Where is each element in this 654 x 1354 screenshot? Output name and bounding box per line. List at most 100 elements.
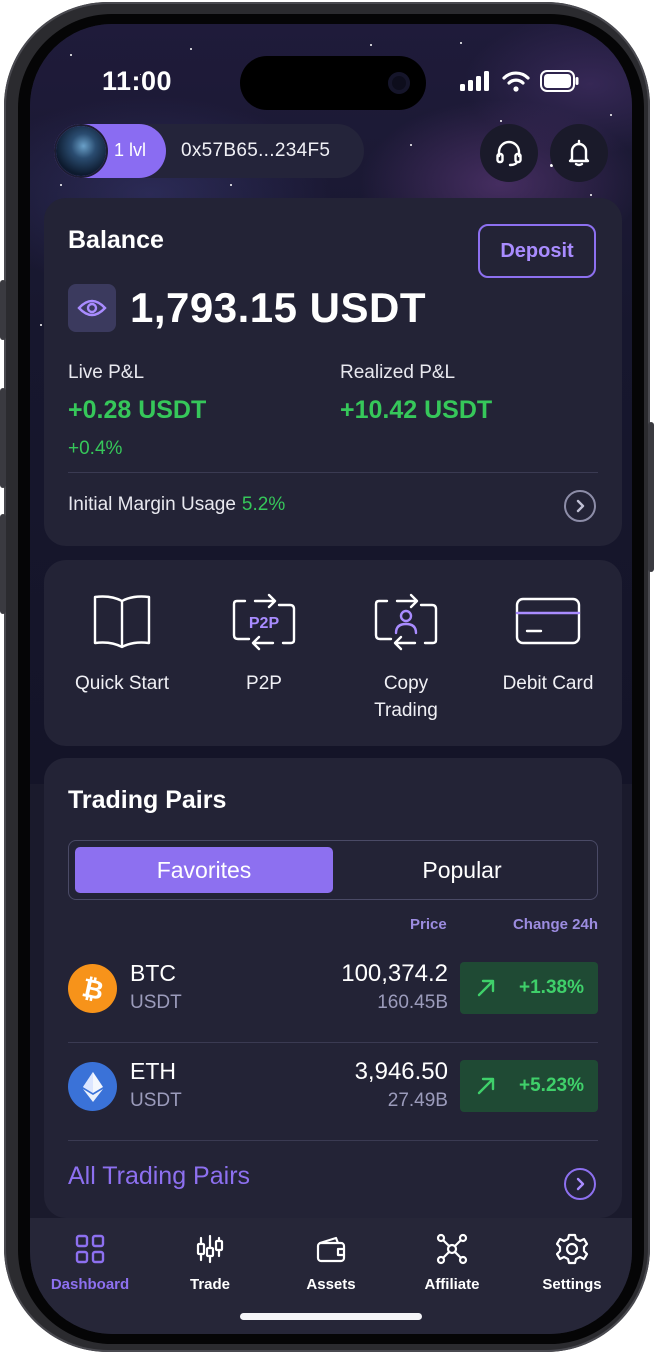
action-label: Copy Trading	[374, 673, 438, 721]
pair-volume: 160.45B	[377, 992, 448, 1013]
arrow-up-right-icon	[477, 979, 495, 997]
realized-pl-label: Realized P&L	[340, 362, 456, 383]
debit-card-action[interactable]: Debit Card	[478, 590, 618, 697]
card-icon	[515, 597, 581, 645]
wallet-icon	[316, 1236, 346, 1263]
bitcoin-icon: ₿	[68, 964, 117, 1013]
dynamic-island	[240, 56, 426, 110]
p2p-exchange-icon: P2P	[232, 593, 296, 651]
tab-favorites[interactable]: Favorites	[75, 847, 333, 893]
tab-dashboard[interactable]: Dashboard	[30, 1232, 150, 1293]
quick-start-action[interactable]: Quick Start	[52, 590, 192, 697]
tab-label: Settings	[542, 1276, 602, 1293]
pair-volume: 27.49B	[387, 1090, 448, 1111]
margin-usage-row[interactable]: Initial Margin Usage 5.2%	[68, 494, 285, 516]
tab-label: Dashboard	[50, 1276, 130, 1293]
wallet-address: 0x57B65...234F5	[181, 140, 331, 161]
all-trading-pairs-link[interactable]: All Trading Pairs	[68, 1162, 250, 1191]
level-label: 1 lvl	[114, 140, 147, 160]
change-badge: +5.23%	[460, 1060, 598, 1112]
divider	[68, 1140, 598, 1141]
live-pl-label: Live P&L	[68, 362, 145, 383]
eye-icon	[77, 299, 107, 317]
volume-down-button	[0, 514, 6, 614]
margin-usage-label: Initial Margin Usage	[68, 494, 236, 515]
action-label: Debit Card	[502, 673, 594, 694]
change-value: +1.38%	[519, 977, 584, 998]
all-trading-pairs-button[interactable]	[564, 1168, 596, 1200]
trading-pairs-card: Trading Pairs Favorites Popular Price Ch…	[44, 758, 622, 1218]
copy-trading-action[interactable]: Copy Trading	[336, 590, 476, 724]
divider	[68, 472, 598, 473]
tab-label: Trade	[189, 1276, 231, 1293]
pair-price: 3,946.50	[354, 1058, 448, 1085]
pair-base: ETH	[130, 1058, 176, 1084]
level-badge[interactable]: 1 lvl	[54, 124, 166, 178]
wifi-icon	[502, 71, 530, 92]
status-icons	[460, 70, 580, 92]
pair-row-btc[interactable]: ₿ BTC USDT 100,374.2 160.45B +1.38%	[68, 954, 598, 1024]
avatar	[56, 126, 106, 176]
gear-icon	[556, 1233, 588, 1265]
screen: 11:00 1 lvl 0x57B65...234F5 Balance Depo…	[30, 24, 632, 1334]
pair-quote: USDT	[130, 1090, 182, 1111]
pair-quote: USDT	[130, 992, 182, 1013]
pairs-segment-control: Favorites Popular	[68, 840, 598, 900]
headset-icon	[496, 140, 522, 167]
realized-pl-value: +10.42 USDT	[340, 396, 493, 424]
arrow-up-right-icon	[477, 1077, 495, 1095]
tab-popular[interactable]: Popular	[333, 847, 591, 893]
live-pl-value: +0.28 USDT	[68, 396, 207, 424]
pair-row-eth[interactable]: ETH USDT 3,946.50 27.49B +5.23%	[68, 1052, 598, 1122]
chevron-right-icon	[576, 1177, 585, 1191]
deposit-button[interactable]: Deposit	[478, 224, 596, 278]
bell-icon	[568, 139, 590, 167]
live-pl-percent: +0.4%	[68, 438, 123, 459]
tab-settings[interactable]: Settings	[512, 1232, 632, 1293]
pair-price: 100,374.2	[341, 960, 448, 987]
margin-details-button[interactable]	[564, 490, 596, 522]
tab-assets[interactable]: Assets	[271, 1232, 391, 1293]
notifications-button[interactable]	[550, 124, 608, 182]
signal-icon	[460, 71, 489, 91]
margin-usage-value: 5.2%	[241, 494, 286, 515]
tab-affiliate[interactable]: Affiliate	[392, 1232, 512, 1293]
home-indicator[interactable]	[240, 1313, 422, 1320]
action-button	[0, 280, 6, 340]
grid-icon	[75, 1234, 105, 1264]
quick-actions-card: Quick Start P2P P2P Copy Trading Debit C…	[44, 560, 622, 746]
camera-icon	[388, 72, 410, 94]
p2p-action[interactable]: P2P P2P	[194, 590, 334, 697]
balance-amount: 1,793.15 USDT	[130, 284, 426, 331]
copy-trading-icon	[374, 593, 438, 651]
balance-card: Balance Deposit 1,793.15 USDT Live P&L +…	[44, 198, 622, 546]
price-column-header: Price	[410, 916, 447, 933]
change-column-header: Change 24h	[512, 916, 598, 933]
tab-trade[interactable]: Trade	[150, 1232, 270, 1293]
status-time: 11:00	[102, 66, 173, 96]
ethereum-icon	[68, 1062, 117, 1111]
volume-up-button	[0, 388, 6, 488]
tab-label: Assets	[306, 1276, 356, 1293]
trading-pairs-title: Trading Pairs	[68, 786, 227, 814]
wallet-pill[interactable]: 1 lvl 0x57B65...234F5	[54, 124, 364, 178]
divider	[68, 1042, 598, 1043]
power-button	[648, 422, 654, 572]
support-button[interactable]	[480, 124, 538, 182]
battery-icon	[540, 70, 579, 92]
action-label: Quick Start	[75, 673, 169, 694]
candlestick-icon	[196, 1234, 224, 1264]
network-icon	[436, 1233, 468, 1265]
svg-text:P2P: P2P	[249, 615, 280, 632]
action-label: P2P	[246, 673, 282, 694]
phone-frame: 11:00 1 lvl 0x57B65...234F5 Balance Depo…	[0, 2, 654, 1352]
toggle-visibility-button[interactable]	[68, 284, 116, 332]
svg-text:₿: ₿	[80, 974, 106, 1004]
change-badge: +1.38%	[460, 962, 598, 1014]
bezel: 11:00 1 lvl 0x57B65...234F5 Balance Depo…	[18, 14, 644, 1344]
change-value: +5.23%	[519, 1075, 584, 1096]
pair-base: BTC	[130, 960, 176, 986]
tab-label: Affiliate	[424, 1276, 480, 1293]
balance-title: Balance	[68, 226, 164, 254]
book-icon	[93, 595, 151, 649]
